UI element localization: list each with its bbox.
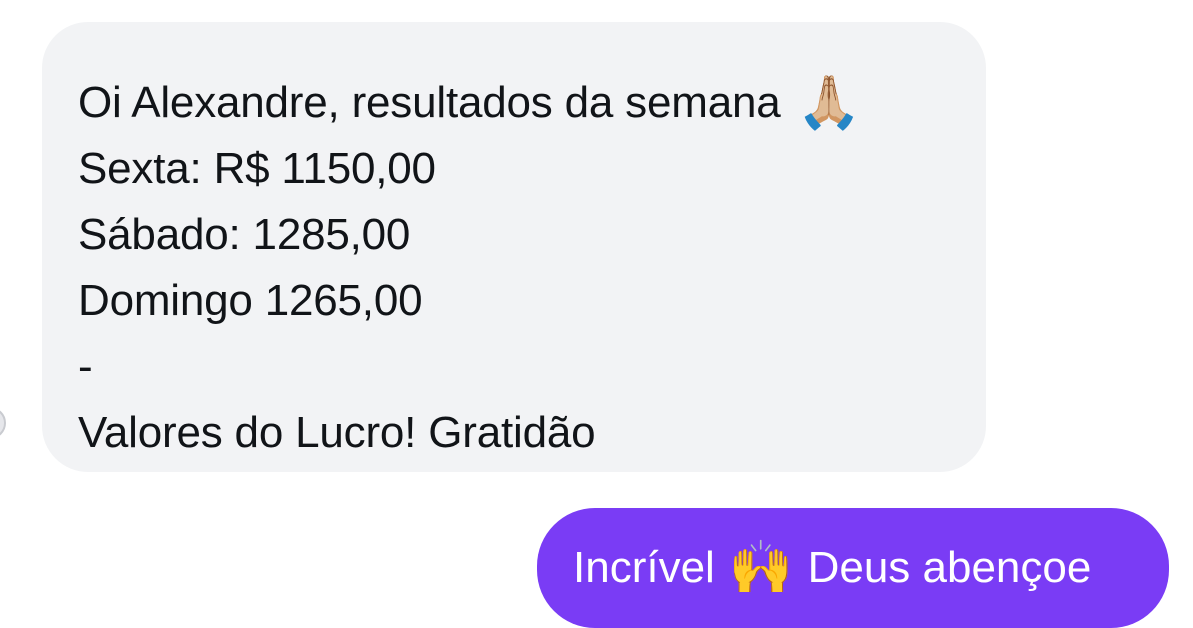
avatar	[0, 407, 6, 439]
message-line-greeting: Oi Alexandre, resultados da semana 🙏🏼	[78, 70, 950, 136]
greeting-text: Oi Alexandre, resultados da semana	[78, 78, 781, 127]
sent-message-text: Incrível 🙌 Deus abençoe	[573, 538, 1133, 598]
message-line-closing: Valores do Lucro! Gratidão	[78, 408, 596, 457]
message-line-dash: -	[78, 342, 93, 391]
sent-text-after: Deus abençoe	[807, 543, 1092, 592]
sent-text-before: Incrível	[573, 543, 715, 592]
raising-hands-icon: 🙌	[728, 538, 794, 598]
message-line-domingo: Domingo 1265,00	[78, 276, 423, 325]
folded-hands-icon: 🙏🏼	[796, 73, 862, 133]
message-line-sexta: Sexta: R$ 1150,00	[78, 144, 436, 193]
message-line-sabado: Sábado: 1285,00	[78, 210, 411, 259]
sent-message-bubble[interactable]: Incrível 🙌 Deus abençoe	[537, 508, 1169, 628]
received-message-bubble[interactable]: Oi Alexandre, resultados da semana 🙏🏼 Se…	[42, 22, 986, 472]
